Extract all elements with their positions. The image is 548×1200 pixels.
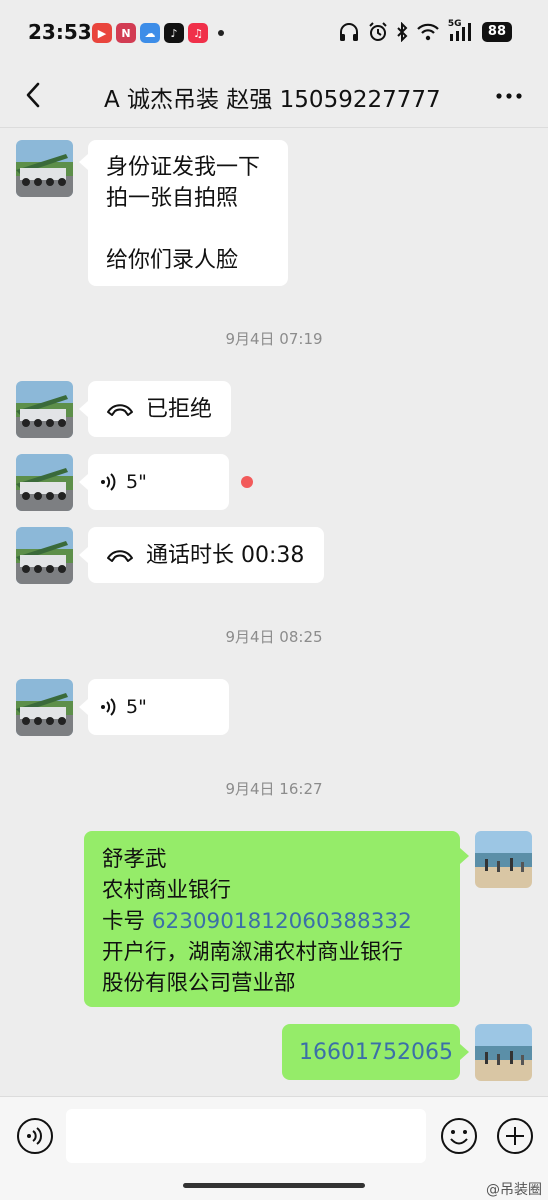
alarm-icon: [369, 22, 387, 41]
crane-photo-icon: [16, 140, 73, 197]
bubble-tail: [79, 401, 88, 417]
message-timestamp: 9月4日 07:19: [225, 330, 323, 348]
message-line: 开户行，湖南溆浦农村商业银行: [102, 940, 404, 965]
message-timestamp: 9月4日 08:25: [225, 628, 323, 646]
card-label: 卡号: [102, 909, 152, 934]
more-options-button[interactable]: [494, 84, 524, 108]
contact-avatar[interactable]: [16, 527, 73, 584]
voice-wave-icon: [101, 473, 116, 491]
voice-duration: 5": [126, 470, 147, 493]
crane-photo-icon: [16, 381, 73, 438]
wifi-icon: [417, 23, 439, 41]
home-indicator[interactable]: [183, 1183, 365, 1188]
crane-photo-icon: [16, 527, 73, 584]
cloud-app-icon: ☁: [140, 23, 160, 43]
battery-indicator: 88: [481, 22, 512, 42]
tiktok-icon: ♪: [164, 23, 184, 43]
bubble-tail: [79, 474, 88, 490]
bubble-tail: [460, 1044, 469, 1060]
message-line: 拍一张自拍照: [106, 186, 239, 211]
bubble-tail: [79, 154, 88, 170]
message-line: 卡号 6230901812060388332: [102, 906, 442, 937]
contact-avatar[interactable]: [16, 140, 73, 197]
beach-photo-icon: [475, 1024, 532, 1081]
incoming-text-message[interactable]: 身份证发我一下 拍一张自拍照 给你们录人脸: [88, 140, 288, 286]
headphones-icon: [339, 23, 358, 41]
cellular-signal-icon: 5G: [448, 19, 474, 42]
more-functions-button[interactable]: [496, 1117, 534, 1155]
notification-icons: ▶ N ☁ ♪ ♫: [92, 23, 224, 43]
contact-avatar[interactable]: [16, 454, 73, 511]
outgoing-text-message[interactable]: 舒孝武 农村商业银行 卡号 6230901812060388332 开户行，湖南…: [84, 831, 460, 1007]
message-input[interactable]: [66, 1109, 426, 1163]
emoji-button[interactable]: [440, 1117, 478, 1155]
voice-wave-icon: [101, 698, 116, 716]
message-line: 身份证发我一下: [106, 155, 261, 180]
call-duration-message[interactable]: 通话时长 00:38: [88, 527, 324, 583]
call-status-text: 已拒绝: [146, 396, 213, 422]
voice-message[interactable]: 5": [88, 679, 229, 735]
phone-number-link[interactable]: 16601752065: [299, 1037, 453, 1068]
message-line: 舒孝武: [102, 847, 167, 872]
message-timestamp: 9月4日 16:27: [225, 780, 323, 798]
crane-photo-icon: [16, 679, 73, 736]
voice-input-button[interactable]: [16, 1117, 54, 1155]
message-line: 股份有限公司营业部: [102, 971, 296, 996]
contact-avatar[interactable]: [16, 381, 73, 438]
bubble-tail: [79, 547, 88, 563]
outgoing-phone-message[interactable]: 16601752065: [282, 1024, 460, 1080]
contact-avatar[interactable]: [16, 679, 73, 736]
more-notifications-icon: [218, 30, 224, 36]
bubble-tail: [460, 848, 469, 864]
my-avatar[interactable]: [475, 1024, 532, 1081]
my-avatar[interactable]: [475, 831, 532, 888]
chat-header: A 诚杰吊装 赵强 15059227777: [0, 62, 548, 128]
message-line: [106, 214, 270, 245]
message-line: 农村商业银行: [102, 878, 232, 903]
chat-title: A 诚杰吊装 赵强 15059227777: [104, 87, 441, 113]
bubble-tail: [79, 699, 88, 715]
call-duration-text: 通话时长 00:38: [146, 542, 305, 568]
status-bar: 23:53 ▶ N ☁ ♪ ♫ 5G 88: [0, 0, 548, 62]
news-app-icon: N: [116, 23, 136, 43]
declined-call-message[interactable]: 已拒绝: [88, 381, 231, 437]
bluetooth-icon: [397, 22, 408, 42]
phone-hangup-icon: [107, 550, 133, 562]
back-button[interactable]: [18, 78, 48, 112]
crane-photo-icon: [16, 454, 73, 511]
watermark: @吊装圈: [486, 1182, 542, 1198]
message-line: 给你们录人脸: [106, 248, 239, 273]
chat-history[interactable]: 身份证发我一下 拍一张自拍照 给你们录人脸 9月4日 07:19 已拒绝 5" …: [0, 128, 548, 1096]
input-bar: @吊装圈: [0, 1096, 548, 1200]
beach-photo-icon: [475, 831, 532, 888]
card-number-link[interactable]: 6230901812060388332: [152, 909, 412, 934]
status-right: 5G 88: [338, 19, 512, 42]
status-time: 23:53: [28, 20, 92, 44]
voice-duration: 5": [126, 695, 147, 718]
music-app-icon: ♫: [188, 23, 208, 43]
video-app-icon: ▶: [92, 23, 112, 43]
unread-dot: [241, 476, 253, 488]
phone-hangup-icon: [107, 404, 133, 416]
voice-message[interactable]: 5": [88, 454, 229, 510]
